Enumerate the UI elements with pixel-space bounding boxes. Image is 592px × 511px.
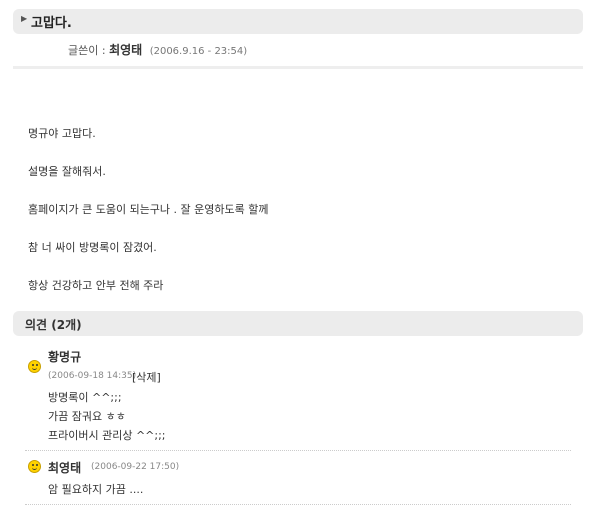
comment-line: 방명록이 ^^;;; — [48, 391, 122, 404]
header-divider — [13, 66, 583, 69]
smiley-icon — [28, 460, 41, 473]
comments-title: 의견 (2개) — [25, 318, 82, 332]
comment-divider — [25, 450, 571, 451]
post-title-bar: ▶ 고맙다. — [13, 9, 583, 34]
post-meta: 글쓴이 : 최영태 (2006.9.16 - 23:54) — [68, 41, 247, 58]
comment-line: 암 필요하지 가끔 .... — [48, 483, 144, 496]
comments-header-bar: 의견 (2개) — [13, 311, 583, 336]
post-author: 최영태 — [109, 43, 143, 57]
comment-date: (2006-09-22 17:50) — [91, 462, 180, 472]
post-title: 고맙다. — [31, 16, 72, 31]
post-body-line: 홈페이지가 큰 도움이 되는구나 . 잘 운영하도록 할께 — [28, 203, 269, 216]
author-label: 글쓴이 : — [68, 44, 106, 57]
comment-line: 가끔 잠궈요 ㅎㅎ — [48, 410, 126, 423]
post-body-line: 설명을 잘해줘서. — [28, 165, 106, 178]
comment-author: 황명규 — [48, 350, 82, 364]
comment-author: 최영태 — [48, 461, 82, 475]
post-date: (2006.9.16 - 23:54) — [149, 46, 248, 57]
post-body-line: 참 너 싸이 방명록이 잠겼어. — [28, 241, 157, 254]
caret-right-icon: ▶ — [21, 14, 28, 23]
post-body-line: 항상 건강하고 안부 전해 주라 — [28, 279, 164, 292]
comment-line: 프라이버시 관리상 ^^;;; — [48, 429, 166, 442]
smiley-icon — [28, 360, 41, 373]
comment-date: (2006-09-18 14:35) — [48, 371, 137, 381]
post-body-line: 명규야 고맙다. — [28, 127, 96, 140]
delete-comment-button[interactable]: [삭제] — [132, 369, 161, 385]
comment-divider — [25, 504, 571, 505]
